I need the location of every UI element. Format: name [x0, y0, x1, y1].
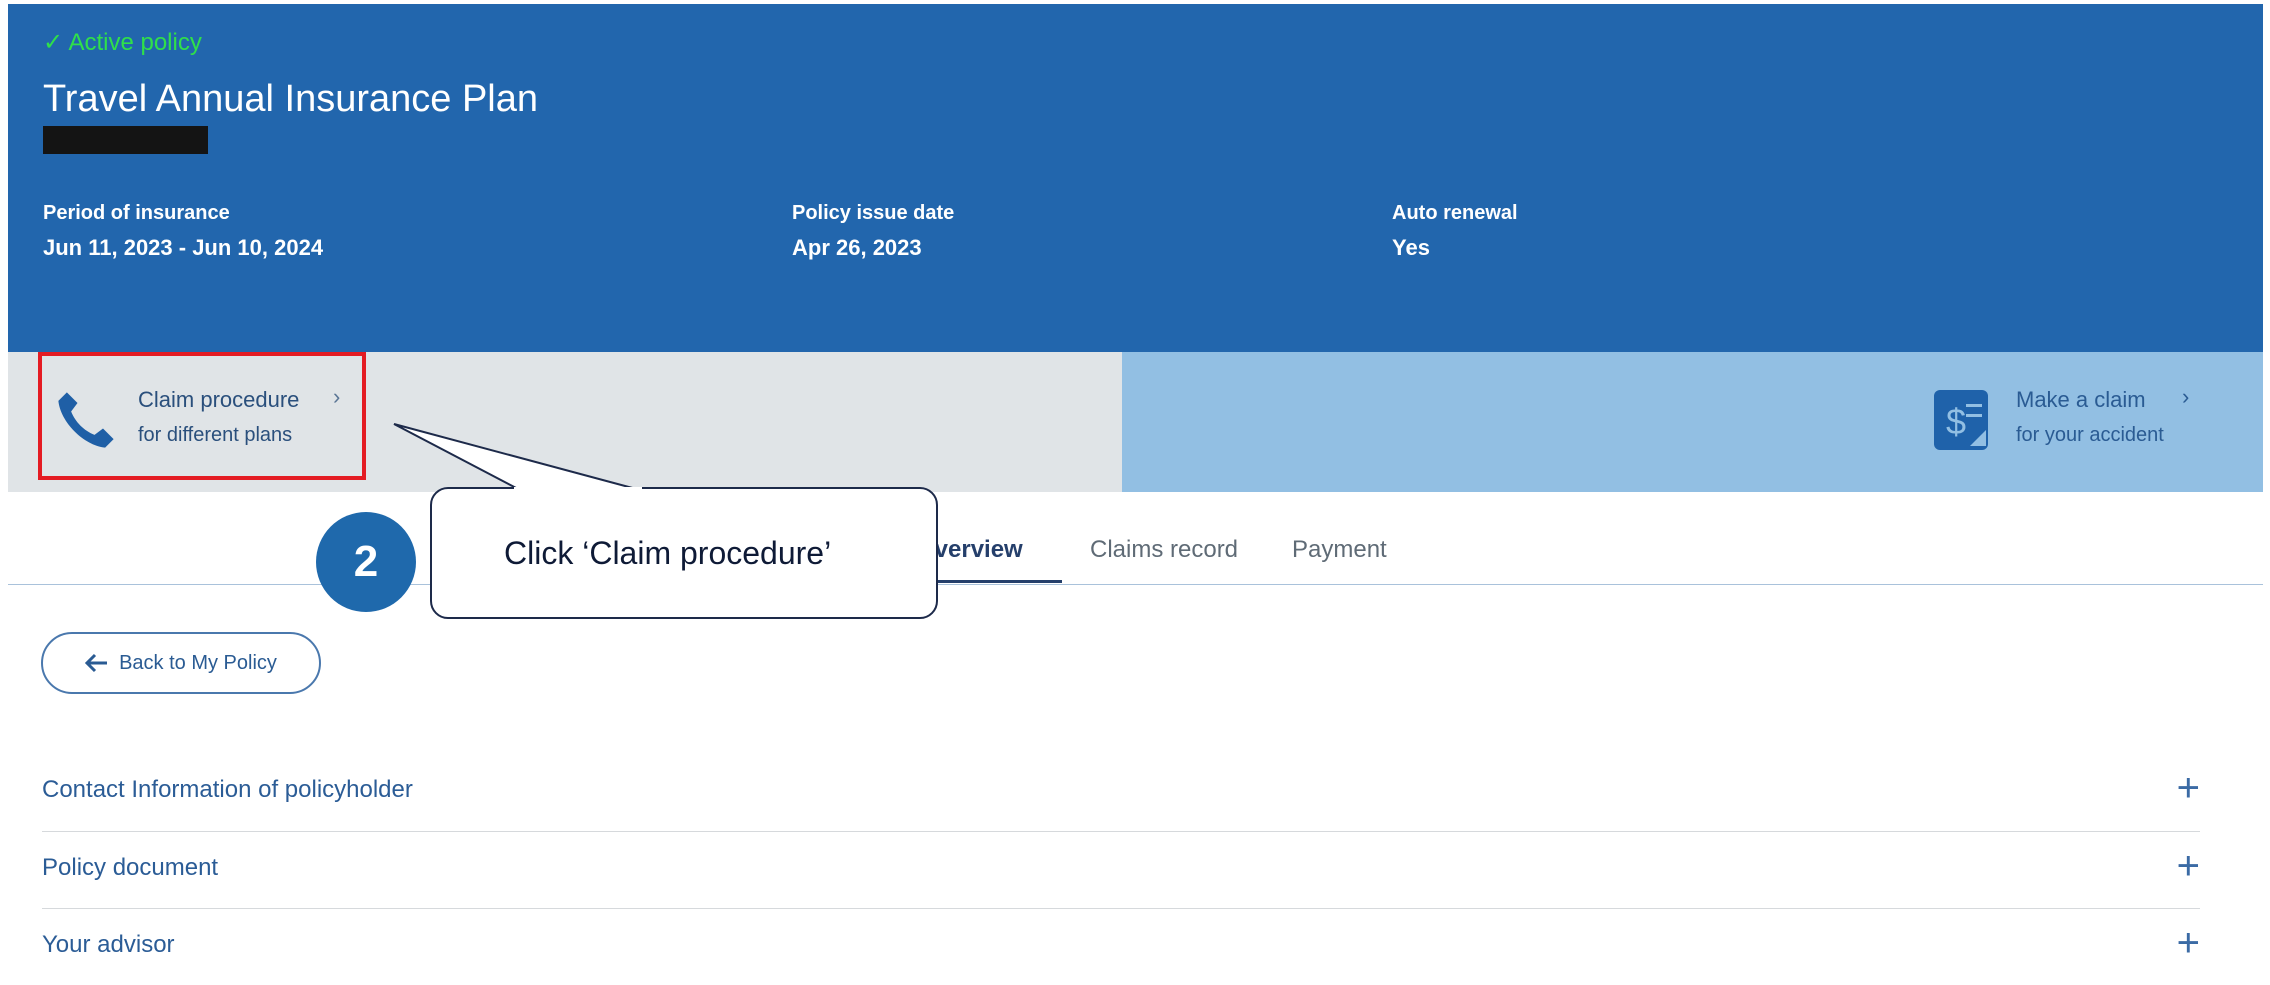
callout-join — [514, 487, 642, 491]
callout-box: Click ‘Claim procedure’ — [430, 487, 938, 619]
callout-text: Click ‘Claim procedure’ — [504, 535, 832, 571]
callout-pointer — [393, 423, 641, 491]
step-badge: 2 — [316, 512, 416, 612]
